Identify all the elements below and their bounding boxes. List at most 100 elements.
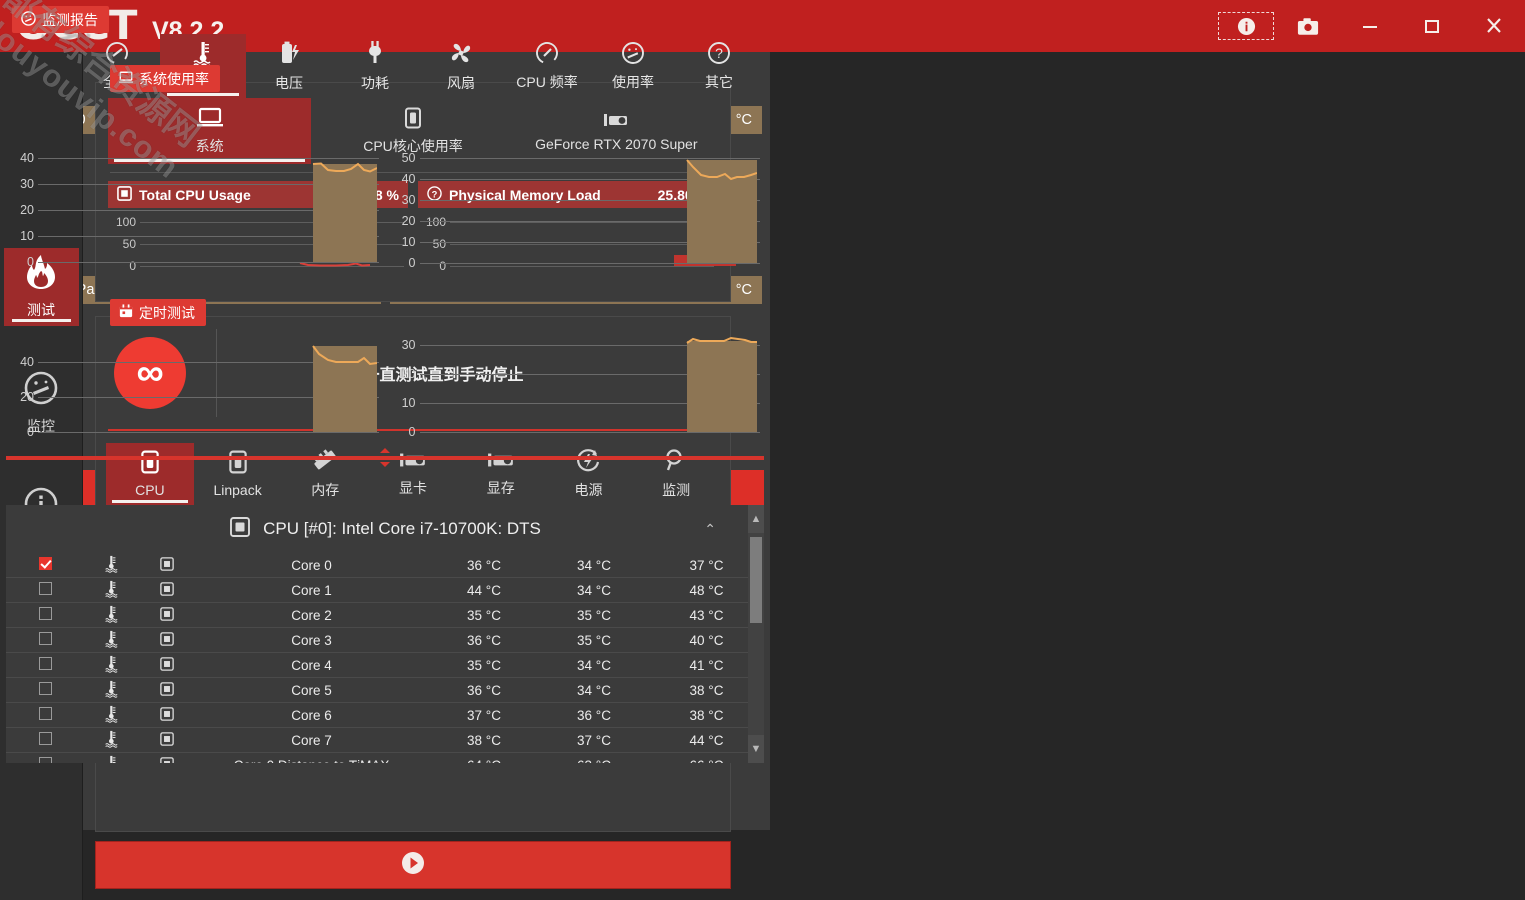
mon-tab-label: 其它: [705, 73, 733, 90]
y-tick: 20: [401, 367, 416, 381]
battery-icon: [277, 40, 301, 69]
row-sensor-type-icon: [84, 755, 139, 763]
play-icon: [400, 850, 426, 881]
row-favorite-checkbox[interactable]: [6, 732, 84, 748]
mon-tab-fan[interactable]: 风扇: [418, 34, 504, 98]
row-favorite-checkbox[interactable]: [6, 557, 84, 573]
table-scrollbar[interactable]: ▲ ▼: [748, 505, 764, 763]
table-row[interactable]: Core 2 35 °C 35 °C 43 °C: [6, 603, 764, 628]
table-row[interactable]: Core 5 36 °C 34 °C 38 °C: [6, 678, 764, 703]
graph-plot: 40 20 0: [8, 310, 381, 440]
mon-tab-label: 电压: [275, 74, 303, 91]
thermometer-icon: [104, 655, 119, 676]
system-usage-tag: 系统使用率: [110, 65, 220, 92]
table-row[interactable]: Core 0 36 °C 34 °C 37 °C: [6, 553, 764, 578]
row-max: 38 °C: [689, 682, 724, 698]
calendar-icon: [119, 304, 133, 321]
row-max: 66 °C: [649, 758, 764, 764]
y-tick: 30: [401, 338, 416, 352]
row-favorite-checkbox[interactable]: [6, 682, 84, 698]
thermometer-icon: [104, 755, 119, 763]
y-tick: 40: [20, 355, 34, 369]
scroll-up-arrow[interactable]: ▲: [748, 505, 764, 533]
monitoring-tag: 监测报告: [12, 6, 109, 33]
cpu-icon: [159, 731, 174, 749]
scroll-thumb[interactable]: [750, 537, 762, 623]
row-sensor-type-icon: [84, 705, 139, 726]
row-device-icon: [139, 756, 194, 763]
info-button[interactable]: [1215, 9, 1277, 43]
row-name: Core 1: [291, 582, 332, 598]
row-name: Core 3: [291, 632, 332, 648]
mode-tab-label: 内存: [311, 482, 340, 498]
table-row[interactable]: Core 6 37 °C 36 °C 38 °C: [6, 703, 764, 728]
row-value: 36 °C: [467, 632, 501, 648]
row-favorite-checkbox[interactable]: [6, 607, 84, 623]
row-min: 63 °C: [539, 758, 649, 764]
mon-tab-other[interactable]: ? 其它: [676, 34, 762, 98]
mon-tab-label: 功耗: [361, 74, 389, 91]
mode-tab-label: Linpack: [213, 482, 262, 498]
checkbox-icon: [38, 732, 52, 745]
scroll-down-arrow[interactable]: ▼: [748, 735, 764, 763]
y-tick: 0: [408, 256, 416, 270]
graph-line: [312, 162, 377, 173]
row-favorite-checkbox[interactable]: [6, 582, 84, 598]
mon-tab-power[interactable]: 功耗: [332, 34, 418, 98]
cpu-icon: [159, 706, 174, 724]
table-row[interactable]: Core 0 Distance to TjMAX64 °C63 °C66 °C: [6, 753, 764, 763]
row-value: 35 °C: [467, 607, 501, 623]
table-row[interactable]: Core 3 36 °C 35 °C 40 °C: [6, 628, 764, 653]
table-row[interactable]: Core 1 44 °C 34 °C 48 °C: [6, 578, 764, 603]
row-favorite-checkbox[interactable]: [6, 657, 84, 673]
table-row[interactable]: Core 7 38 °C 37 °C 44 °C: [6, 728, 764, 753]
cpu-icon: [159, 606, 174, 624]
row-value: 35 °C: [467, 657, 501, 673]
maximize-button[interactable]: [1401, 9, 1463, 43]
row-min: 36 °C: [577, 707, 611, 723]
minimize-button[interactable]: [1339, 9, 1401, 43]
table-row[interactable]: Core 4 35 °C 34 °C 41 °C: [6, 653, 764, 678]
row-min: 35 °C: [577, 632, 611, 648]
mon-tab-label: 风扇: [447, 74, 475, 91]
speedometer-icon: [535, 41, 559, 68]
sensor-group-header[interactable]: CPU [#0]: Intel Core i7-10700K: DTS ⌃: [6, 505, 764, 553]
chevron-up-icon: [380, 448, 390, 453]
chevron-up-icon[interactable]: ⌃: [704, 521, 716, 538]
checkbox-icon: [38, 707, 52, 720]
row-device-icon: [139, 681, 194, 699]
row-favorite-checkbox[interactable]: [6, 707, 84, 723]
cpu-icon: [229, 516, 251, 543]
graph-plot: 40 30 20 10 0: [8, 140, 381, 270]
mon-tab-usage[interactable]: 使用率: [590, 34, 676, 98]
row-max: 37 °C: [689, 557, 724, 573]
laptop-icon: [196, 107, 223, 132]
y-tick: 0: [27, 255, 34, 269]
cpu-icon: [159, 581, 174, 599]
row-device-icon: [139, 706, 194, 724]
panel-splitter[interactable]: [6, 446, 764, 468]
thermometer-icon: [104, 730, 119, 751]
thermometer-icon: [104, 680, 119, 701]
row-device-icon: [139, 731, 194, 749]
mode-tab-label: 显卡: [399, 480, 428, 496]
close-button[interactable]: [1463, 9, 1525, 43]
y-tick: 0: [408, 425, 416, 439]
row-min: 34 °C: [577, 557, 611, 573]
timed-test-tag-label: 定时测试: [139, 304, 195, 321]
monitor-icon: [119, 71, 133, 87]
y-tick: 10: [20, 229, 34, 243]
cpu-icon: [159, 556, 174, 574]
screenshot-button[interactable]: [1277, 9, 1339, 43]
row-max: 38 °C: [689, 707, 724, 723]
start-test-button[interactable]: [95, 841, 731, 889]
mon-tab-cpu-frequency[interactable]: CPU 频率: [504, 34, 590, 98]
checkbox-icon: [38, 582, 52, 595]
row-favorite-checkbox[interactable]: [6, 757, 84, 763]
row-sensor-type-icon: [84, 680, 139, 701]
mon-tab-voltage[interactable]: 电压: [246, 34, 332, 98]
row-max: 43 °C: [689, 607, 724, 623]
row-device-icon: [139, 656, 194, 674]
row-favorite-checkbox[interactable]: [6, 632, 84, 648]
row-sensor-type-icon: [84, 555, 139, 576]
